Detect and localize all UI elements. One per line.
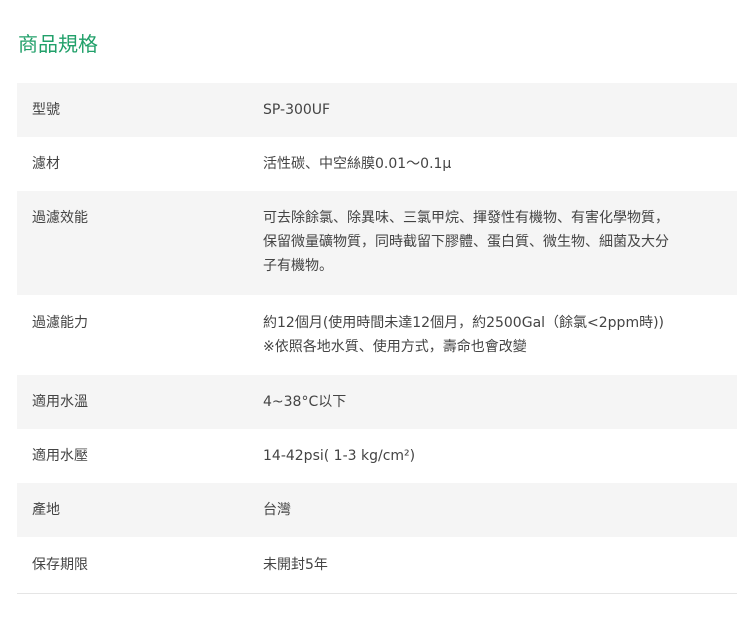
spec-row-filter-media: 濾材 活性碳、中空絲膜0.01〜0.1µ xyxy=(17,137,737,191)
spec-value-line: 可去除餘氯、除異味、三氯甲烷、揮發性有機物、有害化學物質， xyxy=(263,210,669,226)
spec-row-filtration-performance: 過濾效能 可去除餘氯、除異味、三氯甲烷、揮發性有機物、有害化學物質， 保留微量礦… xyxy=(17,191,737,295)
spec-row-model: 型號 SP-300UF xyxy=(17,83,737,137)
spec-label: 產地 xyxy=(17,483,263,537)
spec-value-line: 活性碳、中空絲膜0.01〜0.1µ xyxy=(263,156,452,172)
spec-value: 活性碳、中空絲膜0.01〜0.1µ xyxy=(263,137,737,191)
spec-label: 適用水壓 xyxy=(32,448,88,464)
spec-row-water-pressure: 適用水壓 14-42psi( 1-3 kg/cm²) xyxy=(17,429,737,483)
spec-value: 4~38°C以下 xyxy=(263,375,737,429)
spec-label: 過濾效能 xyxy=(17,191,263,295)
spec-row-filtration-capacity: 過濾能力 約12個月(使用時間未達12個月，約2500Gal（餘氯<2ppm時)… xyxy=(17,295,737,375)
spec-value-line: 約12個月(使用時間未達12個月，約2500Gal（餘氯<2ppm時)) xyxy=(263,315,665,331)
section-title: 商品規格 xyxy=(18,32,98,56)
spec-value-line: 台灣 xyxy=(263,502,291,518)
spec-label: 型號 xyxy=(17,83,263,137)
spec-table: 型號 SP-300UF 濾材 活性碳、中空絲膜0.01〜0.1µ 過濾效能 可去… xyxy=(17,83,737,594)
spec-label: 濾材 xyxy=(32,156,60,172)
spec-value-line: 4~38°C以下 xyxy=(263,394,347,410)
spec-value: 14-42psi( 1-3 kg/cm²) xyxy=(263,429,737,483)
spec-value-line: SP-300UF xyxy=(263,102,331,118)
spec-value: 台灣 xyxy=(263,483,737,537)
spec-row-shelf-life: 保存期限 未開封5年 xyxy=(17,537,737,594)
spec-row-origin: 產地 台灣 xyxy=(17,483,737,537)
spec-value-line: 未開封5年 xyxy=(263,557,328,573)
spec-value-line: 保留微量礦物質，同時截留下膠體、蛋白質、微生物、細菌及大分 xyxy=(263,234,669,250)
spec-label: 保存期限 xyxy=(17,537,263,594)
spec-section: 商品規格 型號 SP-300UF 濾材 活性碳、中空絲膜0.01〜0.1µ 過濾… xyxy=(0,0,753,640)
spec-value: 約12個月(使用時間未達12個月，約2500Gal（餘氯<2ppm時)) ※依照… xyxy=(263,295,737,375)
spec-value: SP-300UF xyxy=(263,83,737,137)
spec-label: 適用水溫 xyxy=(17,375,263,429)
spec-value-line: 子有機物。 xyxy=(263,258,333,274)
spec-label: 過濾能力 xyxy=(32,315,88,331)
spec-value-line: ※依照各地水質、使用方式，壽命也會改變 xyxy=(263,339,527,355)
spec-value-line: 14-42psi( 1-3 kg/cm²) xyxy=(263,448,416,464)
spec-row-water-temperature: 適用水溫 4~38°C以下 xyxy=(17,375,737,429)
spec-value: 可去除餘氯、除異味、三氯甲烷、揮發性有機物、有害化學物質， 保留微量礦物質，同時… xyxy=(263,191,737,295)
spec-value: 未開封5年 xyxy=(263,537,737,594)
